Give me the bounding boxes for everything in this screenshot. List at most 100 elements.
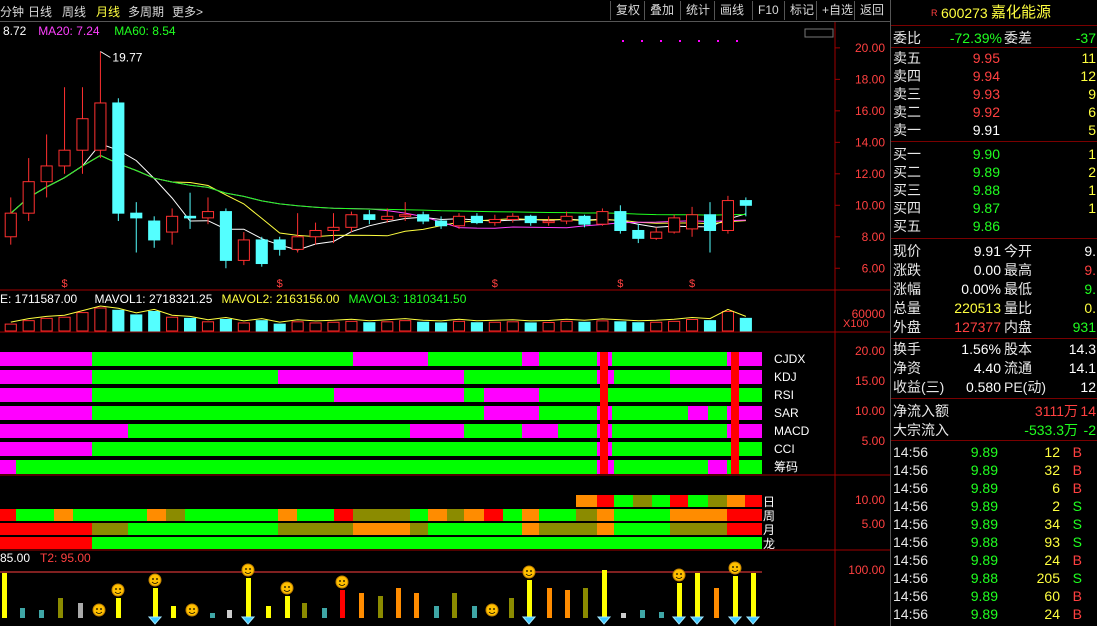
toolbar-button-6[interactable]: +自选: [816, 1, 858, 20]
toolbar-button-7[interactable]: 返回: [854, 1, 889, 20]
period-segment: [484, 509, 503, 521]
signal-segment: [522, 352, 539, 366]
candle-body: [650, 231, 663, 239]
period-tab-0[interactable]: 分钟: [0, 3, 24, 20]
tick-time: 14:56: [893, 480, 929, 496]
candle-body: [739, 200, 752, 206]
bid-price: 9.90: [972, 146, 1000, 162]
stat-row: 现价 9.91 今开 9.: [891, 242, 1097, 260]
tick-time: 14:56: [893, 552, 929, 568]
stat-label: 最高: [1004, 262, 1032, 278]
signal-segment: [353, 352, 428, 366]
volume-bar: [435, 322, 448, 332]
toolbar-button-3[interactable]: 画线: [714, 1, 749, 20]
volume-bar: [183, 317, 197, 332]
candle-body: [721, 200, 734, 231]
candle-body: [435, 220, 448, 227]
ask-price: 9.94: [972, 68, 1000, 84]
header-separator: [891, 25, 1097, 26]
volume-bar: [381, 321, 394, 332]
stat-value: 14.1: [1068, 360, 1096, 376]
stat-label: 内盘: [1004, 319, 1032, 335]
stat-label: 收益(三): [893, 379, 945, 395]
bid-price: 9.87: [972, 200, 1000, 216]
stat-value: 220513: [954, 300, 1001, 316]
candle-body: [309, 229, 322, 238]
indicator-bar: [472, 606, 477, 618]
tick-row: 14:56 9.89 24 B: [891, 551, 1097, 569]
top-marker-dot: [641, 40, 643, 42]
signal-segment: [558, 424, 597, 438]
period-tab-1[interactable]: 日线: [28, 3, 52, 20]
signal-segment: [464, 424, 522, 438]
signal-segment: [428, 352, 522, 366]
stat-value: 9.: [1084, 243, 1096, 259]
volume-bar: [452, 320, 466, 332]
indicator-bar: [640, 610, 645, 618]
period-segment: [73, 509, 147, 521]
toolbar-button-5[interactable]: 标记: [784, 1, 819, 20]
signal-segment: [0, 388, 92, 402]
toolbar-button-4[interactable]: F10: [752, 1, 784, 20]
period-segment: [0, 509, 16, 521]
candle-body: [363, 214, 376, 220]
signal-segment: [614, 460, 708, 474]
period-tab-4[interactable]: 多周期: [128, 3, 164, 20]
period-tab-5[interactable]: 更多>: [172, 3, 203, 20]
volume-bar: [309, 322, 322, 332]
signal-segment: [0, 352, 92, 366]
signal-segment: [92, 352, 353, 366]
period-segment: [128, 523, 278, 535]
candle-body: [22, 181, 35, 214]
volume-bar: [237, 322, 250, 332]
period-segment: [670, 523, 727, 535]
diamond-icon: [147, 616, 163, 625]
tick-price: 9.89: [970, 498, 998, 514]
candle-body: [166, 215, 179, 233]
overlay-box: [804, 28, 834, 38]
period-segment: [670, 495, 688, 507]
smiley-eye: [489, 608, 491, 610]
period-segment: [727, 495, 745, 507]
signal-segment: [539, 406, 597, 420]
toolbar-button-1[interactable]: 叠加: [644, 1, 679, 20]
indicator-bar: [39, 610, 44, 618]
diamond-icon: [521, 616, 537, 625]
volume-bar: [632, 322, 645, 332]
signal-segment: [0, 460, 16, 474]
candle-body: [219, 211, 232, 261]
period-segment: [92, 537, 762, 549]
period-segment: [464, 509, 484, 521]
bid-price: 9.86: [972, 218, 1000, 234]
tick-price: 9.89: [970, 552, 998, 568]
period-segment: [614, 523, 670, 535]
signal-segment: [464, 370, 597, 384]
period-tab-2[interactable]: 周线: [62, 3, 86, 20]
toolbar-button-0[interactable]: 复权: [610, 1, 645, 20]
stat-label: 最低: [1004, 281, 1032, 297]
tick-side: S: [1072, 498, 1082, 514]
indicator-bar: [359, 593, 364, 618]
smiley-eye: [119, 588, 121, 590]
tick-volume: 205: [1036, 570, 1060, 586]
kline-chart-area[interactable]: 8.72 MA20: 7.24 MA60: 8.54 20.00 18.00 16.00 1…: [0, 22, 890, 626]
tick-row: 14:56 9.89 24 B: [891, 605, 1097, 623]
period-tab-3[interactable]: 月线: [96, 3, 120, 20]
ask-price: 9.95: [972, 50, 1000, 66]
tick-volume: 34: [1044, 516, 1060, 532]
indicator-bar: [509, 598, 514, 618]
tick-side: B: [1072, 552, 1082, 568]
indicator-bar: [621, 613, 626, 618]
period-segment: [670, 509, 727, 521]
toolbar-button-2[interactable]: 统计: [680, 1, 715, 20]
top-marker-dot: [622, 40, 624, 42]
indicator-bar: [434, 606, 439, 618]
tick-side: B: [1072, 444, 1082, 460]
signal-segment: [0, 370, 92, 384]
tick-price: 9.89: [970, 480, 998, 496]
signal-label-5: CCI: [774, 442, 795, 456]
tick-row: 14:56 9.89 34 S: [891, 515, 1097, 533]
indicator-bar: [714, 588, 719, 618]
period-segment: [727, 509, 762, 521]
signal-tick-1: 15.00: [855, 374, 885, 388]
